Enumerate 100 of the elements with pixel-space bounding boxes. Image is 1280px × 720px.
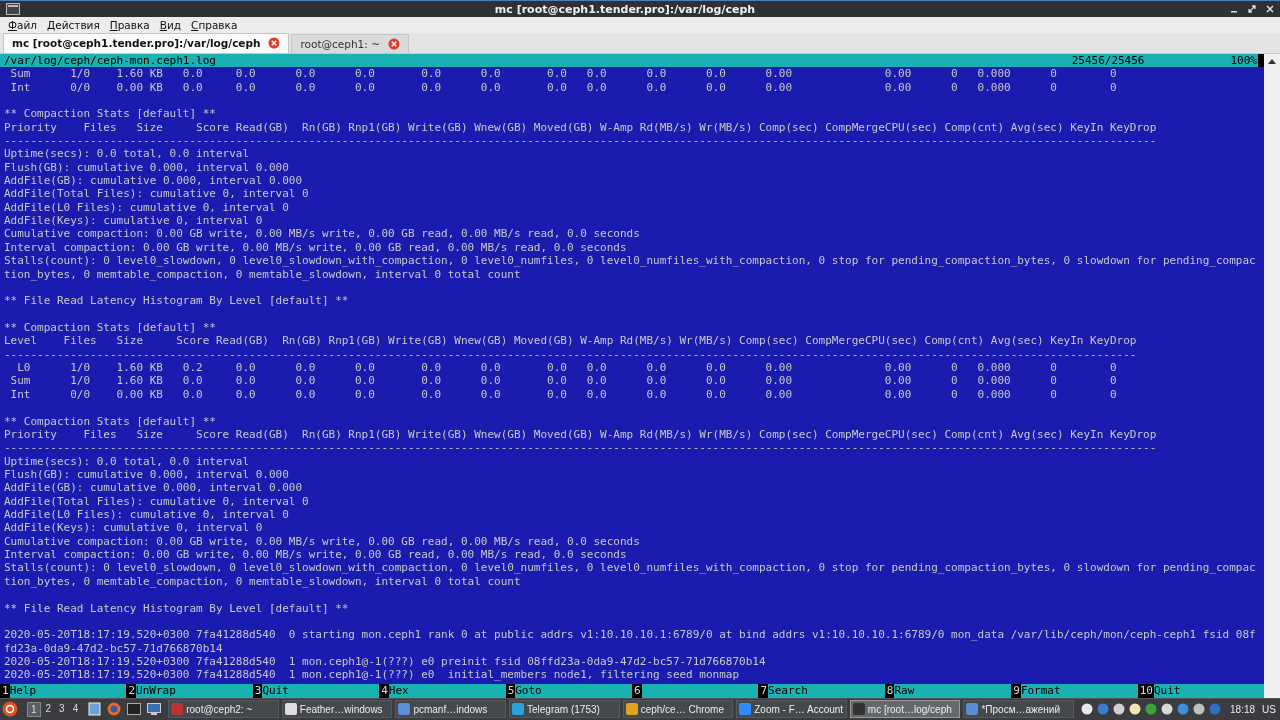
log-line: ** File Read Latency Histogram By Level [default] ** — [4, 601, 349, 615]
log-line: Int 0/0 0.00 KB 0.0 0.0 0.0 0.0 0.0 0.0 0.0 0.0 0.0 0.0 0.00 0.00 0 0.000 0 0 — [9, 80, 1117, 94]
log-line: Uptime(secs): 0.0 total, 0.0 interval — [4, 147, 250, 161]
log-line: AddFile(Total Files): cumulative 0, interval 0 — [4, 187, 309, 201]
log-line: Cumulative compaction: 0.00 GB write, 0.00 MB/s write, 0.00 GB read, 0.00 MB/s read, 0.0 seconds — [4, 227, 640, 241]
scroll-percent: 100% — [1230, 53, 1257, 68]
log-line: Int 0/0 0.00 KB 0.0 0.0 0.0 0.0 0.0 0.0 0.0 0.0 0.0 0.0 0.00 0.00 0 0.000 0 0 — [9, 387, 1117, 401]
log-line: AddFile(L0 Files): cumulative 0, interval 0 — [4, 508, 289, 521]
keyboard-layout[interactable]: US — [1262, 703, 1276, 715]
browser-icon[interactable] — [107, 702, 122, 717]
menu-item[interactable]: Правка — [109, 19, 150, 32]
log-line: ** Compaction Stats [default] ** — [4, 321, 216, 334]
log-line: --------------------------------------------------------------------------------------------------------------------------------------------------------------------------- — [4, 347, 1137, 361]
tray-icon[interactable] — [1113, 703, 1126, 716]
log-line: tion_bytes, 0 memtable_compaction, 0 memtable_slowdown, interval 0 total count — [4, 574, 521, 588]
restore-icon[interactable] — [1248, 5, 1256, 14]
function-key[interactable]: Help — [9, 684, 127, 698]
tray-icon[interactable] — [1129, 703, 1142, 716]
log-line: ------------------------------------------------------------------------------------------------------------------------------------------------------------------------------ — [4, 441, 1157, 455]
task-button[interactable]: *Просм…ажений — [963, 700, 1075, 719]
key-number: 9 — [1011, 684, 1021, 698]
terminal-tab[interactable]: root@ceph1: ~ — [291, 33, 409, 53]
tray-icon[interactable] — [1081, 703, 1094, 716]
task-button[interactable]: Telegram (1753) — [509, 700, 620, 719]
key-number: 8 — [884, 684, 895, 698]
log-line: L0 1/0 1.60 KB 0.2 0.0 0.0 0.0 0.0 0.0 0.0 0.0 0.0 0.0 0.00 0.00 0 0.000 0 0 — [16, 361, 1117, 375]
app-icon — [852, 703, 865, 716]
log-line: AddFile(GB): cumulative 0.000, interval 0.000 — [4, 481, 302, 495]
menu-item[interactable]: Действия — [47, 19, 100, 32]
terminal-tab[interactable]: mc [root@ceph1.tender.pro]:/var/log/ceph — [3, 32, 290, 53]
function-key[interactable]: Goto — [515, 684, 633, 698]
function-key[interactable]: Format — [1020, 684, 1138, 698]
task-button[interactable]: mc [root…log/ceph — [849, 700, 961, 719]
terminal-icon — [6, 3, 20, 16]
log-line: ** Compaction Stats [default] ** — [4, 107, 216, 121]
function-key[interactable]: Quit — [262, 684, 380, 698]
log-line: AddFile(Keys): cumulative 0, interval 0 — [4, 521, 263, 535]
tray-icon[interactable] — [1161, 703, 1174, 716]
line-position: 25456/25456 — [1071, 53, 1145, 68]
workspace-button[interactable]: 2 — [42, 701, 55, 717]
workspace-button[interactable]: 4 — [69, 701, 82, 717]
log-line: Sum 1/0 1.60 KB 0.0 0.0 0.0 0.0 0.0 0.0 0.0 0.0 0.0 0.0 0.00 0.00 0 0.000 0 0 — [9, 374, 1117, 388]
log-line: Flush(GB): cumulative 0.000, interval 0.000 — [4, 467, 289, 481]
app-icon — [739, 703, 752, 716]
log-line: ** Compaction Stats [default] ** — [4, 414, 216, 428]
start-menu-icon[interactable] — [2, 701, 18, 718]
close-icon[interactable] — [1266, 5, 1274, 14]
log-line: Uptime(secs): 0.0 total, 0.0 interval — [4, 454, 250, 468]
log-line: Stalls(count): 0 level0_slowdown, 0 level0_slowdown_with_compaction, 0 level0_numfiles, 0 level0_numfiles_with_compaction, 0 stop for pending_compaction_bytes, 0 slowdown for pending_compac — [4, 561, 1256, 575]
app-icon — [284, 703, 297, 716]
log-line: AddFile(Total Files): cumulative 0, interval 0 — [4, 494, 309, 508]
desktop-icon[interactable] — [147, 703, 162, 716]
scroll-up-icon[interactable] — [1268, 57, 1276, 64]
workspace-button[interactable]: 1 — [26, 701, 41, 717]
menu-item[interactable]: Справка — [191, 19, 238, 32]
log-line: Interval compaction: 0.00 GB write, 0.00 MB/s write, 0.00 GB read, 0.00 MB/s read, 0.0 seconds — [4, 240, 627, 254]
log-line: AddFile(L0 Files): cumulative 0, interval 0 — [4, 200, 289, 214]
app-icon — [966, 703, 979, 716]
log-line: Stalls(count): 0 level0_slowdown, 0 level0_slowdown_with_compaction, 0 level0_numfiles, 0 level0_numfiles_with_compaction, 0 stop for pending_compaction_bytes, 0 slowdown for pending_compac — [4, 254, 1256, 268]
key-number: 6 — [632, 684, 642, 698]
task-button[interactable]: ceph/ce… Chrome — [622, 700, 734, 719]
scrollbar[interactable] — [1264, 53, 1280, 698]
app-icon — [512, 703, 524, 716]
task-button[interactable]: pcmanf…indows — [395, 700, 506, 719]
workspace-button[interactable]: 3 — [56, 701, 68, 717]
key-number: 1 — [0, 684, 10, 698]
function-key[interactable]: Search — [768, 684, 885, 698]
log-line: Sum 1/0 1.60 KB 0.0 0.0 0.0 0.0 0.0 0.0 0.0 0.0 0.0 0.0 0.00 0.00 0 0.000 0 0 — [9, 67, 1117, 81]
file-path: /var/log/ceph/ceph-mon.ceph1.log — [4, 53, 217, 68]
log-line: Level Files Size Score Read(GB) Rn(GB) Rnp1(GB) Write(GB) Wnew(GB) Moved(GB) W-Amp Rd(MB/s) Wr(MB/s) Comp(sec) CompMergeCPU(sec) Comp(cnt) Avg(sec) KeyIn KeyDrop — [4, 334, 1137, 348]
menu-item[interactable]: Вид — [159, 19, 182, 32]
function-key[interactable]: Raw — [894, 684, 1012, 698]
tray-icon[interactable] — [1193, 703, 1206, 716]
app-icon — [398, 703, 411, 716]
key-number: 5 — [505, 684, 516, 698]
log-line: Priority Files Size Score Read(GB) Rn(GB) Rnp1(GB) Write(GB) Wnew(GB) Moved(GB) W-Amp Rd(MB/s) Wr(MB/s) Comp(sec) CompMergeCPU(sec) Comp(cnt) Avg(sec) KeyIn KeyDrop — [4, 427, 1157, 441]
key-number: 4 — [379, 684, 389, 698]
file-manager-icon[interactable] — [88, 702, 102, 717]
key-number: 3 — [252, 684, 263, 698]
function-key[interactable]: Quit — [1153, 684, 1265, 698]
log-line: fd23a-0da9-47d2-bc57-71d766870b14 — [4, 641, 223, 655]
text-cursor — [1258, 53, 1264, 68]
key-number: 2 — [126, 684, 137, 698]
close-icon[interactable] — [268, 37, 281, 50]
window-title: mc [root@ceph1.tender.pro]:/var/log/ceph — [493, 2, 757, 16]
log-line: Cumulative compaction: 0.00 GB write, 0.00 MB/s write, 0.00 GB read, 0.00 MB/s read, 0.0 seconds — [4, 534, 640, 548]
log-line: Flush(GB): cumulative 0.000, interval 0.000 — [4, 160, 289, 174]
close-icon[interactable] — [387, 37, 400, 50]
task-button[interactable]: Zoom - F… Account — [736, 700, 847, 719]
app-icon — [171, 703, 184, 716]
menu-item[interactable]: Файл — [8, 19, 38, 32]
function-key[interactable]: Hex — [388, 684, 506, 698]
log-line: 2020-05-20T18:17:19.520+0300 7fa41288d540 0 starting mon.ceph1 rank 0 at public addrs v1:10.10.10.1:6789/0 at bind addrs v1:10.10.10.1:6789/0 mon_data /var/lib/ceph/mon/ceph-ceph1 fsid 08f — [4, 628, 1256, 642]
key-number: 7 — [758, 684, 769, 698]
task-button[interactable]: Feather…windows — [281, 700, 393, 719]
function-key[interactable]: UnWrap — [136, 684, 253, 698]
task-button[interactable]: root@ceph2: ~ — [168, 700, 279, 719]
terminal-icon[interactable] — [127, 703, 142, 716]
log-line: 2020-05-20T18:17:19.520+0300 7fa41288d540 1 mon.ceph1@-1(???) e0 initial_members node1, filtering seed monmap — [4, 668, 740, 682]
app-icon — [625, 703, 638, 716]
